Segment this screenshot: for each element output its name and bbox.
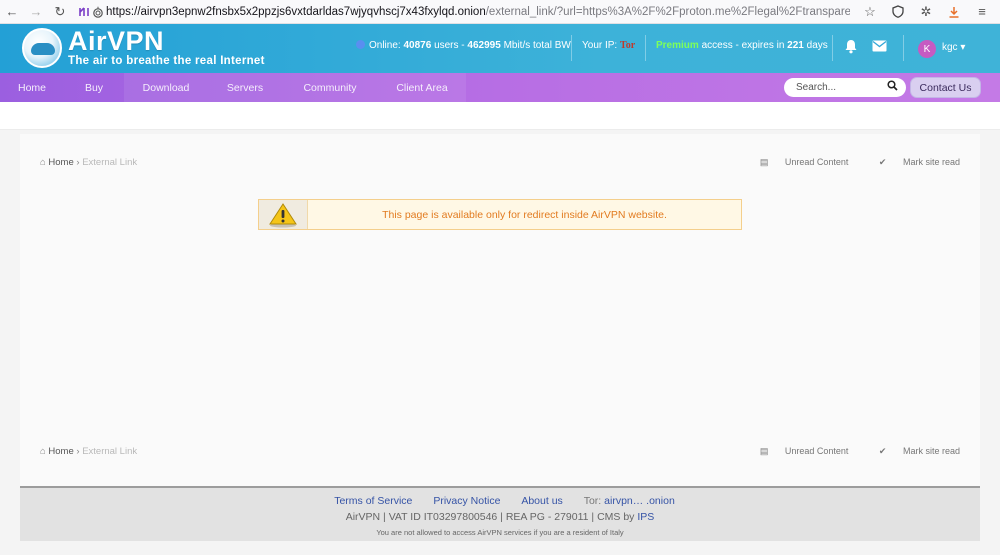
- alert-message: This page is available only for redirect…: [382, 208, 667, 221]
- airvpn-logo[interactable]: AirVPN The air to breathe the real Inter…: [22, 28, 265, 68]
- tor-circuit-icon[interactable]: [78, 3, 90, 21]
- shield-icon[interactable]: [884, 0, 912, 24]
- check-icon: ✔: [878, 446, 887, 456]
- contact-us-button[interactable]: Contact Us: [910, 77, 981, 98]
- check-icon: ✔: [878, 157, 887, 167]
- search-input[interactable]: Search...: [784, 78, 906, 97]
- home-icon: ⌂: [40, 157, 46, 168]
- nav-item-home[interactable]: Home: [0, 73, 64, 102]
- newspaper-icon: ▤: [759, 446, 769, 456]
- breadcrumb-home[interactable]: Home: [48, 446, 73, 457]
- terms-of-service-link[interactable]: Terms of Service: [334, 495, 412, 507]
- search-icon[interactable]: [887, 80, 898, 94]
- cloud-logo-icon: [22, 28, 62, 68]
- privacy-notice-link[interactable]: Privacy Notice: [433, 495, 500, 507]
- footer-residency-note: You are not allowed to access AirVPN ser…: [376, 528, 624, 537]
- onion-link[interactable]: airvpn… .onion: [604, 495, 675, 507]
- newspaper-icon: ▤: [759, 157, 769, 167]
- nav-item-buy[interactable]: Buy: [64, 73, 124, 102]
- chevron-down-icon: ▾: [960, 42, 966, 53]
- footer-links: Terms of Service Privacy Notice About us…: [20, 495, 980, 507]
- globe-icon: [356, 40, 365, 49]
- logo-tagline: The air to breathe the real Internet: [68, 55, 265, 67]
- site-header: AirVPN The air to breathe the real Inter…: [0, 24, 1000, 102]
- footer-company-info: AirVPN | VAT ID IT03297800546 | REA PG -…: [345, 511, 655, 523]
- messages-envelope-icon[interactable]: [872, 39, 887, 55]
- magic-wand-icon[interactable]: ✲: [912, 0, 940, 24]
- nav-item-servers[interactable]: Servers: [208, 73, 282, 102]
- bookmark-star-icon[interactable]: ☆: [856, 0, 884, 24]
- mark-site-read-link[interactable]: ✔ Mark site read: [865, 446, 960, 456]
- about-us-link[interactable]: About us: [521, 495, 562, 507]
- nav-item-download[interactable]: Download: [124, 73, 208, 102]
- download-icon[interactable]: [940, 0, 968, 24]
- subheader-band: [0, 102, 1000, 130]
- forward-arrow-icon[interactable]: →: [24, 0, 48, 24]
- page-tools-bottom: ▤ Unread Content ✔ Mark site read: [732, 446, 960, 457]
- warning-icon: [259, 200, 308, 229]
- main-nav: Home Buy Download Servers Community Client Ar…: [0, 73, 466, 102]
- back-arrow-icon[interactable]: ←: [0, 0, 24, 24]
- ip-value: Tor: [620, 40, 636, 51]
- url-path: /external_link/?url=https%3A%2F%2Fproton…: [485, 5, 850, 18]
- redirect-warning-alert: This page is available only for redirect…: [258, 199, 742, 230]
- onion-icon[interactable]: [92, 3, 104, 21]
- breadcrumb-current: External Link: [82, 157, 138, 168]
- site-footer: Terms of Service Privacy Notice About us…: [20, 486, 980, 541]
- menu-icon[interactable]: ≡: [968, 0, 996, 24]
- breadcrumb-bottom: ⌂ Home › External Link: [40, 446, 138, 457]
- reload-icon[interactable]: ↻: [48, 0, 72, 24]
- user-menu[interactable]: kgc ▾: [942, 42, 965, 53]
- nav-item-client-area[interactable]: Client Area: [378, 73, 466, 102]
- nav-item-community[interactable]: Community: [282, 73, 378, 102]
- your-ip: Your IP: Tor: [582, 40, 636, 51]
- notifications-bell-icon[interactable]: [844, 39, 858, 57]
- unread-content-link[interactable]: ▤ Unread Content: [746, 157, 849, 167]
- breadcrumb: ⌂ Home › External Link: [40, 157, 138, 168]
- tor-address: Tor: airvpn… .onion: [583, 495, 675, 507]
- url-host: https://airvpn3epnw2fnsbx5x2ppzjs6vxtdar…: [106, 5, 486, 18]
- unread-content-link[interactable]: ▤ Unread Content: [746, 446, 849, 456]
- mark-site-read-link[interactable]: ✔ Mark site read: [865, 157, 960, 167]
- online-stats: Online: 40876 users - 462995 Mbit/s tota…: [356, 40, 571, 51]
- ips-link[interactable]: IPS: [637, 511, 654, 523]
- home-icon: ⌂: [40, 446, 46, 457]
- main-content: ⌂ Home › External Link ▤ Unread Content …: [20, 134, 980, 486]
- browser-toolbar: ← → ↻ https://airvpn3epnw2fnsbx5x2ppzjs6…: [0, 0, 1000, 24]
- address-bar[interactable]: https://airvpn3epnw2fnsbx5x2ppzjs6vxtdar…: [78, 0, 850, 24]
- breadcrumb-current: External Link: [82, 446, 138, 457]
- premium-status: Premium access - expires in 221 days: [656, 40, 828, 51]
- user-avatar[interactable]: K: [918, 40, 936, 58]
- breadcrumb-home[interactable]: Home: [48, 157, 73, 168]
- page-tools: ▤ Unread Content ✔ Mark site read: [732, 157, 960, 168]
- logo-name: AirVPN: [68, 26, 165, 56]
